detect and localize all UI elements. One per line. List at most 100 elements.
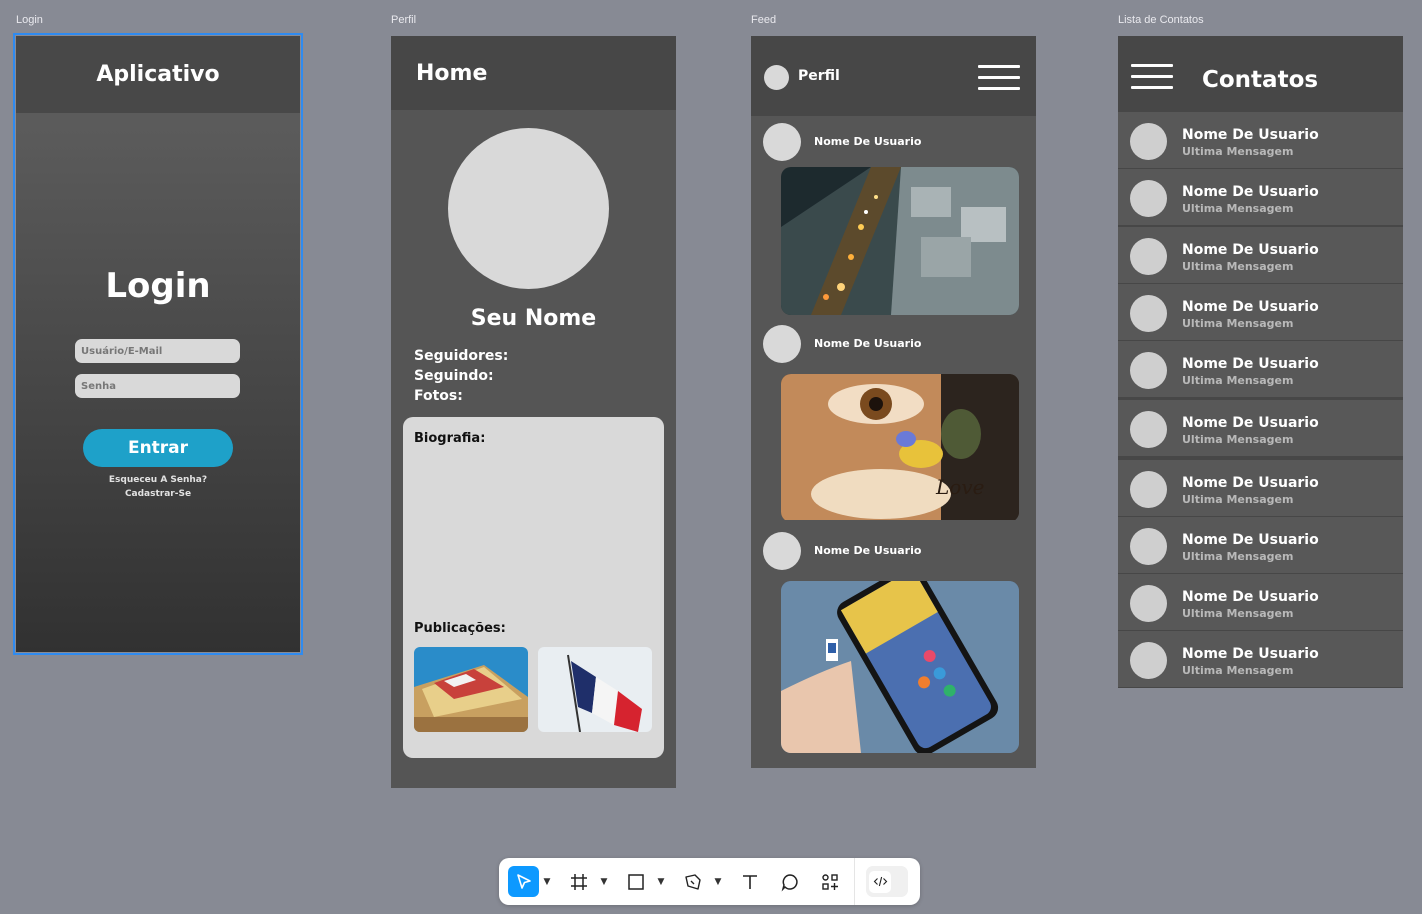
post-thumbnail-french-flag[interactable] <box>538 647 652 732</box>
user-email-input[interactable] <box>75 339 240 363</box>
contact-item[interactable]: Nome De Usuario Ultima Mensagem <box>1118 517 1403 573</box>
my-profile-avatar[interactable] <box>764 65 789 90</box>
contact-last-message: Ultima Mensagem <box>1182 202 1294 215</box>
contact-item[interactable]: Nome De Usuario Ultima Mensagem <box>1118 341 1403 397</box>
app-title: Aplicativo <box>96 62 220 87</box>
post-username[interactable]: Nome De Usuario <box>814 135 921 148</box>
contact-item[interactable]: Nome De Usuario Ultima Mensagem <box>1118 400 1403 456</box>
password-input[interactable] <box>75 374 240 398</box>
post-image-eye-flowers[interactable]: Love <box>781 374 1019 522</box>
contact-last-message: Ultima Mensagem <box>1182 374 1294 387</box>
post-username[interactable]: Nome De Usuario <box>814 337 921 350</box>
contact-avatar <box>1130 528 1167 565</box>
login-title: Login <box>105 266 211 306</box>
post-user-avatar[interactable] <box>763 123 801 161</box>
shape-tool-button[interactable] <box>622 866 650 897</box>
frame-hash-icon <box>571 873 587 890</box>
post-image-phone-sim[interactable] <box>781 581 1019 753</box>
rectangle-icon <box>628 873 644 890</box>
chevron-down-icon[interactable]: ▼ <box>599 866 609 897</box>
chevron-down-icon[interactable]: ▼ <box>656 866 666 897</box>
toolbar-divider <box>854 858 855 905</box>
contact-item[interactable]: Nome De Usuario Ultima Mensagem <box>1118 284 1403 340</box>
contact-item[interactable]: Nome De Usuario Ultima Mensagem <box>1118 112 1403 168</box>
contact-item[interactable]: Nome De Usuario Ultima Mensagem <box>1118 169 1403 225</box>
contact-name: Nome De Usuario <box>1182 242 1319 258</box>
contact-name: Nome De Usuario <box>1182 127 1319 143</box>
contact-name: Nome De Usuario <box>1182 646 1319 662</box>
contact-avatar <box>1130 180 1167 217</box>
svg-text:Love: Love <box>935 475 984 499</box>
contact-name: Nome De Usuario <box>1182 475 1319 491</box>
post-user-avatar[interactable] <box>763 532 801 570</box>
move-tool-button[interactable] <box>508 866 539 897</box>
contatos-header: Contatos <box>1118 36 1403 111</box>
contact-avatar <box>1130 471 1167 508</box>
frame-tool-button[interactable] <box>565 866 593 897</box>
frame-label-feed[interactable]: Feed <box>751 14 776 26</box>
contact-last-message: Ultima Mensagem <box>1182 664 1294 677</box>
contact-avatar <box>1130 238 1167 275</box>
contact-avatar <box>1130 585 1167 622</box>
dev-mode-toggle[interactable] <box>866 866 908 897</box>
frame-label-contatos[interactable]: Lista de Contatos <box>1118 14 1204 26</box>
pen-tool-button[interactable] <box>679 866 707 897</box>
frame-label-login[interactable]: Login <box>16 14 43 26</box>
text-tool-button[interactable] <box>736 866 764 897</box>
contact-last-message: Ultima Mensagem <box>1182 550 1294 563</box>
forgot-password-link[interactable]: Esqueceu A Senha? <box>16 475 300 485</box>
text-t-icon <box>743 874 757 889</box>
post-user-avatar[interactable] <box>763 325 801 363</box>
chevron-down-icon[interactable]: ▼ <box>713 866 723 897</box>
feed-frame[interactable]: Perfil Nome De Usuario Nome De Usuario L… <box>751 36 1036 768</box>
contact-last-message: Ultima Mensagem <box>1182 145 1294 158</box>
contact-name: Nome De Usuario <box>1182 184 1319 200</box>
profile-avatar[interactable] <box>448 128 609 289</box>
enter-button[interactable]: Entrar <box>83 429 233 467</box>
bio-heading: Biografia: <box>414 431 486 446</box>
login-header: Aplicativo <box>16 36 300 113</box>
perfil-frame[interactable]: Home Seu Nome Seguidores: Seguindo: Foto… <box>391 36 676 788</box>
contact-name: Nome De Usuario <box>1182 299 1319 315</box>
contact-name: Nome De Usuario <box>1182 356 1319 372</box>
hamburger-menu-icon[interactable] <box>1131 64 1173 90</box>
contact-item[interactable]: Nome De Usuario Ultima Mensagem <box>1118 631 1403 687</box>
pen-nib-icon <box>685 873 701 890</box>
contact-last-message: Ultima Mensagem <box>1182 493 1294 506</box>
contact-avatar <box>1130 411 1167 448</box>
contact-name: Nome De Usuario <box>1182 415 1319 431</box>
post-thumbnail-flag-awning[interactable] <box>414 647 528 732</box>
post-username[interactable]: Nome De Usuario <box>814 544 921 557</box>
bottom-toolbar: ▼ ▼ ▼ ▼ <box>499 858 920 905</box>
components-grid-icon <box>822 873 838 890</box>
contact-name: Nome De Usuario <box>1182 589 1319 605</box>
register-link[interactable]: Cadastrar-Se <box>16 489 300 499</box>
feed-header: Perfil <box>751 36 1036 116</box>
posts-heading: Publicações: <box>414 621 506 636</box>
followers-label: Seguidores: <box>414 348 509 364</box>
dev-mode-knob <box>869 870 891 893</box>
components-tool-button[interactable] <box>816 866 844 897</box>
login-frame[interactable]: Aplicativo Login Entrar Esqueceu A Senha… <box>13 33 303 655</box>
contact-item[interactable]: Nome De Usuario Ultima Mensagem <box>1118 227 1403 283</box>
contatos-title: Contatos <box>1202 67 1319 93</box>
contact-item[interactable]: Nome De Usuario Ultima Mensagem <box>1118 460 1403 516</box>
chevron-down-icon[interactable]: ▼ <box>542 866 552 897</box>
contact-avatar <box>1130 123 1167 160</box>
contact-avatar <box>1130 295 1167 332</box>
contact-name: Nome De Usuario <box>1182 532 1319 548</box>
my-profile-link[interactable]: Perfil <box>798 68 840 84</box>
post-image-city-night[interactable] <box>781 167 1019 315</box>
contact-item[interactable]: Nome De Usuario Ultima Mensagem <box>1118 574 1403 630</box>
frame-label-perfil[interactable]: Perfil <box>391 14 416 26</box>
following-label: Seguindo: <box>414 368 494 384</box>
contact-avatar <box>1130 352 1167 389</box>
cursor-arrow-icon <box>516 873 531 889</box>
contatos-frame[interactable]: Contatos Nome De Usuario Ultima Mensagem N… <box>1118 36 1403 688</box>
contact-avatar <box>1130 642 1167 679</box>
contact-last-message: Ultima Mensagem <box>1182 433 1294 446</box>
comment-tool-button[interactable] <box>776 866 804 897</box>
photos-label: Fotos: <box>414 388 463 404</box>
hamburger-menu-icon[interactable] <box>978 65 1020 91</box>
perfil-header-title: Home <box>416 60 488 86</box>
